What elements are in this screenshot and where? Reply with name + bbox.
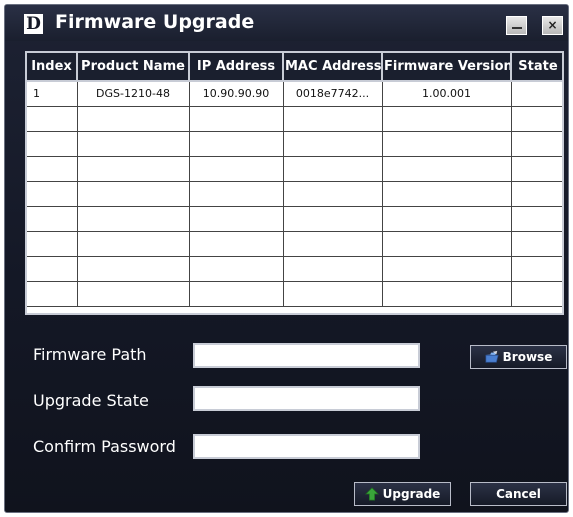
cell-product-name [77,206,190,232]
upgrade-state-field [193,386,420,411]
browse-label: Browse [502,350,553,364]
cell-ip-address [189,231,284,257]
column-header-product-name[interactable]: Product Name [77,53,190,82]
device-table[interactable]: Index Product Name IP Address MAC Addres… [25,51,564,315]
cell-index [27,206,78,232]
table-header-row: Index Product Name IP Address MAC Addres… [27,53,562,82]
firmware-path-label: Firmware Path [33,345,147,364]
cell-firmware-version [382,231,512,257]
upgrade-label: Upgrade [382,487,441,501]
dlink-logo-icon: D [24,14,43,34]
folder-open-icon [485,350,499,363]
cell-mac-address [283,131,383,157]
table-row[interactable] [27,231,562,257]
minimize-icon [511,27,522,29]
cell-product-name: DGS-1210-48 [77,81,190,107]
upgrade-button[interactable]: Upgrade [354,482,451,506]
cell-index [27,181,78,207]
cell-state [511,281,562,307]
cell-product-name [77,106,190,132]
cell-index [27,231,78,257]
confirm-password-input[interactable] [193,434,420,459]
table-row[interactable]: 1 DGS-1210-48 10.90.90.90 0018e7742... 1.00.… [27,81,562,107]
cell-index: 1 [27,81,78,107]
cell-state [511,106,562,132]
cell-state [511,256,562,282]
cell-mac-address [283,156,383,182]
column-header-mac-address[interactable]: MAC Address [283,53,383,82]
cancel-button[interactable]: Cancel [470,482,567,506]
column-header-state[interactable]: State [511,53,562,82]
table-row[interactable] [27,181,562,207]
cell-ip-address [189,206,284,232]
cell-index [27,256,78,282]
cell-firmware-version [382,106,512,132]
table-row[interactable] [27,206,562,232]
cell-state [511,131,562,157]
cell-firmware-version [382,131,512,157]
cell-ip-address [189,281,284,307]
cell-state [511,156,562,182]
cell-mac-address [283,181,383,207]
cell-index [27,131,78,157]
cell-firmware-version [382,256,512,282]
browse-button[interactable]: Browse [470,345,567,369]
cell-state [511,81,562,107]
table-row[interactable] [27,131,562,157]
cell-product-name [77,281,190,307]
table-row[interactable] [27,281,562,307]
cell-ip-address [189,181,284,207]
table-row[interactable] [27,156,562,182]
cell-firmware-version [382,206,512,232]
cell-index [27,156,78,182]
minimize-button[interactable] [506,16,527,35]
table-row[interactable] [27,106,562,132]
cell-product-name [77,181,190,207]
cell-ip-address [189,131,284,157]
cell-firmware-version [382,156,512,182]
cell-firmware-version [382,281,512,307]
close-button[interactable]: × [542,16,563,35]
cell-mac-address [283,231,383,257]
firmware-upgrade-window: D Firmware Upgrade × Index Product Name … [4,4,569,513]
cell-ip-address [189,156,284,182]
cell-state [511,231,562,257]
column-header-index[interactable]: Index [27,53,78,82]
cell-ip-address [189,106,284,132]
cell-ip-address: 10.90.90.90 [189,81,284,107]
cell-state [511,206,562,232]
cell-product-name [77,256,190,282]
cell-mac-address [283,256,383,282]
cell-mac-address [283,281,383,307]
cell-index [27,281,78,307]
cell-firmware-version [382,181,512,207]
cell-product-name [77,131,190,157]
cell-mac-address [283,206,383,232]
cell-index [27,106,78,132]
green-arrow-up-icon [364,487,379,501]
confirm-password-label: Confirm Password [33,437,176,456]
cell-state [511,181,562,207]
cell-mac-address [283,106,383,132]
column-header-firmware-version[interactable]: Firmware Version [382,53,512,82]
upgrade-state-label: Upgrade State [33,391,149,410]
cancel-label: Cancel [496,487,541,501]
cell-mac-address: 0018e7742... [283,81,383,107]
cell-ip-address [189,256,284,282]
cell-firmware-version: 1.00.001 [382,81,512,107]
table-row[interactable] [27,256,562,282]
cell-product-name [77,231,190,257]
cell-product-name [77,156,190,182]
column-header-ip-address[interactable]: IP Address [189,53,284,82]
firmware-path-input[interactable] [193,343,420,368]
window-title: Firmware Upgrade [55,11,255,33]
title-bar[interactable]: D Firmware Upgrade × [5,5,568,41]
